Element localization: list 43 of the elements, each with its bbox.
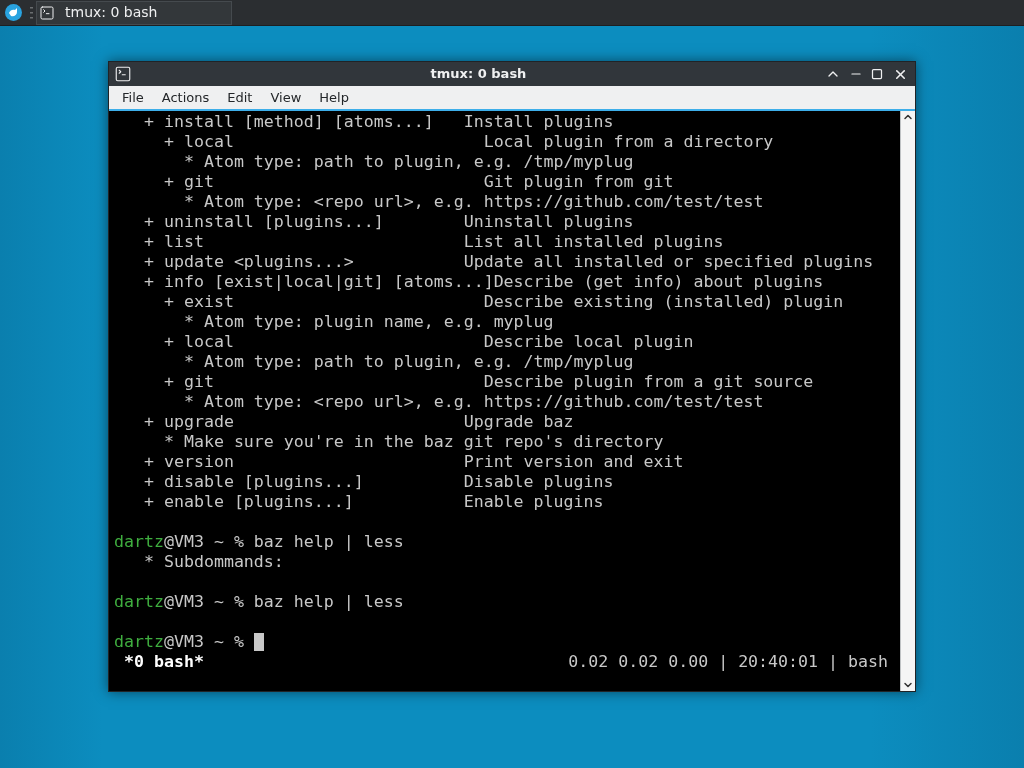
terminal-line: * Atom type: path to plugin, e.g. /tmp/myplug: [182, 152, 634, 172]
terminal-line: * Subdommands:: [142, 552, 284, 572]
menu-item[interactable]: View: [261, 87, 311, 108]
terminal-line: + local Describe local plugin: [162, 332, 694, 352]
command-text: @VM3 ~ %: [163, 632, 245, 652]
menu-item[interactable]: Actions: [152, 87, 219, 108]
terminal-line: + git Describe plugin from a git source: [162, 372, 814, 392]
terminal-line: + info [exist|local|git] [atoms...]Describe (get info) about plugins: [142, 272, 824, 292]
grip-icon: [30, 6, 33, 19]
terminal-line: + update <plugins...> Update all installed or specified plugins: [142, 252, 874, 272]
terminal-line: + local Local plugin from a directory: [162, 132, 774, 152]
terminal-line: * Make sure you're in the baz git repo's directory: [162, 432, 664, 452]
prompt-user: dartz: [114, 532, 164, 552]
menu-item[interactable]: Help: [310, 87, 358, 108]
menu-item[interactable]: Edit: [218, 87, 262, 108]
terminal-line: + disable [plugins...] Disable plugins: [142, 472, 614, 492]
terminal-line: + exist Describe existing (installed) plugin: [162, 292, 844, 312]
tmux-window-label: *0 bash*: [123, 652, 204, 672]
scrollbar[interactable]: [900, 111, 915, 691]
terminal-line: + git Git plugin from git: [162, 172, 674, 192]
terminal-icon: [39, 4, 55, 21]
command-text: @VM3 ~ % baz help | less: [163, 592, 404, 612]
command-text: @VM3 ~ % baz help | less: [163, 532, 404, 552]
maximize-icon[interactable]: [871, 68, 883, 80]
terminal-line: + enable [plugins...] Enable plugins: [142, 492, 604, 512]
logo-icon[interactable]: [5, 4, 22, 21]
terminal-line: + list List all installed plugins: [142, 232, 724, 252]
taskbar-task[interactable]: tmux: 0 bash: [36, 0, 232, 25]
prompt-user: dartz: [114, 632, 164, 652]
terminal-line: * Atom type: path to plugin, e.g. /tmp/myplug: [182, 352, 634, 372]
text-cursor: [253, 633, 264, 651]
terminal-line: * Atom type: <repo url>, e.g. https://github.com/test/test: [182, 192, 764, 212]
prompt-user: dartz: [114, 592, 164, 612]
tmux-status-text: 0.02 0.02 0.00 | 20:40:01 | bash: [568, 652, 888, 672]
terminal-line: + upgrade Upgrade baz: [142, 412, 574, 432]
terminal-line: * Atom type: plugin name, e.g. myplug: [182, 312, 554, 332]
window-title: tmux: 0 bash: [429, 65, 528, 84]
menu-item[interactable]: File: [113, 87, 153, 108]
terminal-line: + uninstall [plugins...] Uninstall plugins: [142, 212, 634, 232]
terminal-line: * Atom type: <repo url>, e.g. https://github.com/test/test: [182, 392, 764, 412]
terminal-line: + version Print version and exit: [142, 452, 684, 472]
terminal-line: + install [method] [atoms...] Install plugins: [142, 112, 614, 132]
terminal-icon: [114, 65, 132, 83]
